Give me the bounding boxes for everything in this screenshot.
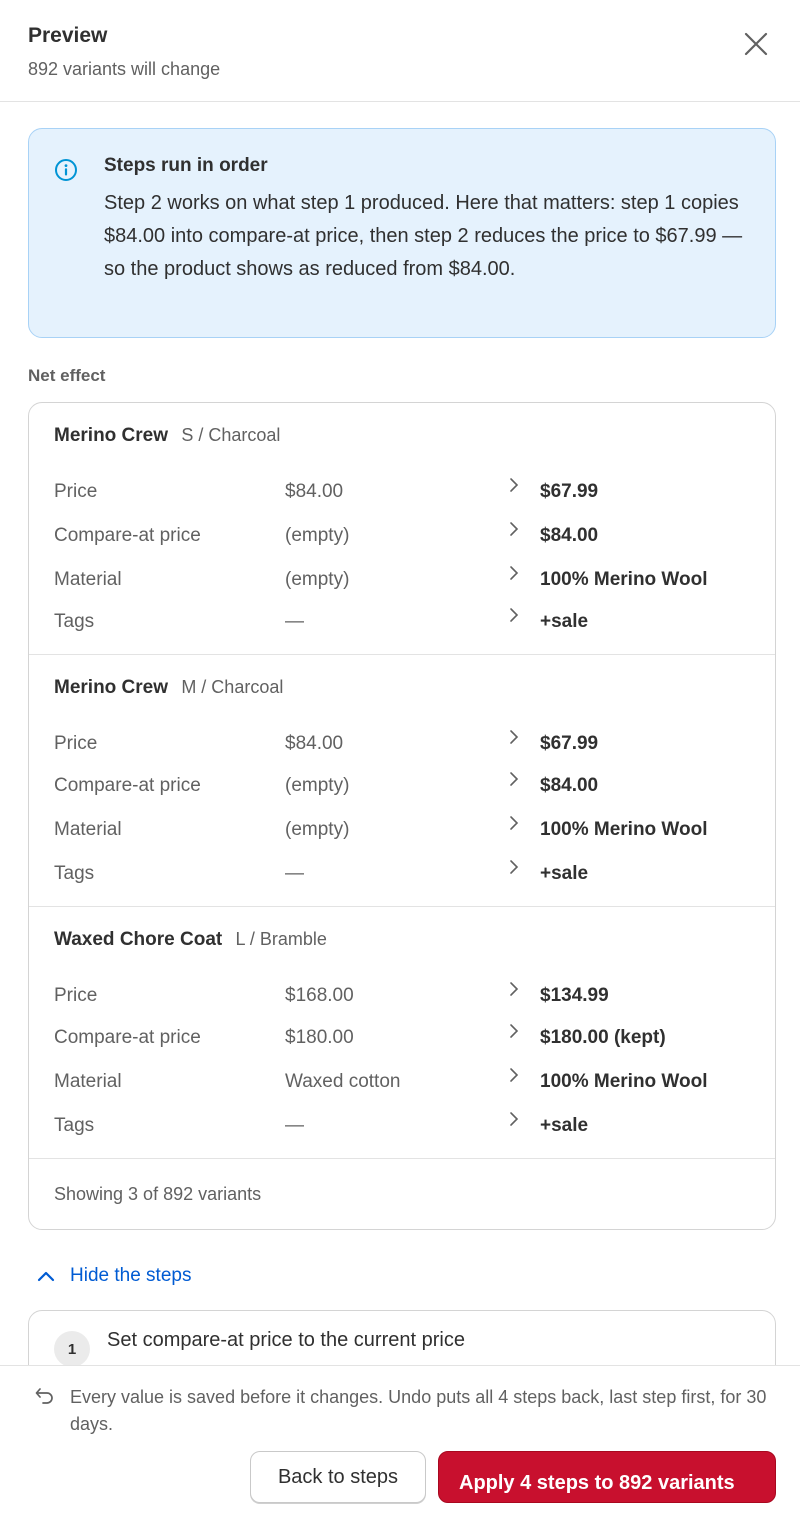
change-row: Price $84.00 $67.99 xyxy=(29,478,775,509)
variant-heading: Merino Crew S / Charcoal xyxy=(54,425,280,447)
chevron-right-icon xyxy=(510,1024,519,1038)
variant-section: Merino Crew M / Charcoal Price $84.00 $6… xyxy=(29,655,775,907)
step-number-badge: 1 xyxy=(54,1331,90,1365)
close-button[interactable] xyxy=(736,24,776,64)
close-icon xyxy=(744,32,768,56)
change-row: Tags — +sale xyxy=(29,608,775,639)
banner-body: Step 2 works on what step 1 produced. He… xyxy=(104,192,743,280)
old-value: (empty) xyxy=(285,775,350,796)
variant-name: Waxed Chore Coat xyxy=(54,929,223,950)
step-card: 1 Set compare-at price to the current pr… xyxy=(28,1310,776,1365)
chevron-right-icon xyxy=(510,772,519,786)
new-value: $134.99 xyxy=(540,985,609,1006)
field-name: Price xyxy=(54,985,98,1006)
chevron-right-icon xyxy=(510,478,519,492)
field-name: Price xyxy=(54,733,98,754)
modal-header: Preview 892 variants will change xyxy=(0,0,800,102)
variant-option: M / Charcoal xyxy=(181,677,284,697)
back-to-steps-button[interactable]: Back to steps xyxy=(250,1451,426,1503)
hide-steps-toggle[interactable]: Hide the steps xyxy=(36,1263,191,1289)
new-value: $67.99 xyxy=(540,481,599,502)
change-row: Price $168.00 $134.99 xyxy=(29,982,775,1013)
chevron-up-icon xyxy=(37,1271,55,1282)
old-value: (empty) xyxy=(285,569,350,590)
hide-steps-label: Hide the steps xyxy=(70,1265,192,1286)
info-banner: Steps run in order Step 2 works on what … xyxy=(28,128,776,338)
chevron-right-icon xyxy=(510,816,519,830)
variant-count: Showing 3 of 892 variants xyxy=(54,1184,262,1204)
field-name: Price xyxy=(54,481,98,502)
field-name: Tags xyxy=(54,863,95,884)
new-value: $84.00 xyxy=(540,525,599,546)
change-row: Tags — +sale xyxy=(29,1112,775,1143)
page-subtitle: 892 variants will change xyxy=(28,59,221,79)
apply-steps-button[interactable]: Apply 4 steps to 892 variants xyxy=(438,1451,776,1503)
change-row: Material (empty) 100% Merino Wool xyxy=(29,566,775,597)
field-name: Compare-at price xyxy=(54,775,201,796)
change-row: Price $84.00 $67.99 xyxy=(29,730,775,761)
chevron-right-icon xyxy=(510,608,519,622)
info-icon xyxy=(55,159,77,181)
old-value: (empty) xyxy=(285,819,350,840)
undo-info-text: Every value is saved before it changes. … xyxy=(70,1387,767,1434)
change-row: Compare-at price (empty) $84.00 xyxy=(29,772,775,803)
variant-heading: Merino Crew M / Charcoal xyxy=(54,677,283,699)
old-value: Waxed cotton xyxy=(285,1071,401,1092)
variant-section: Merino Crew S / Charcoal Price $84.00 $6… xyxy=(29,403,775,655)
new-value: 100% Merino Wool xyxy=(540,569,708,590)
chevron-right-icon xyxy=(510,1068,519,1082)
old-value: — xyxy=(285,863,304,884)
chevron-right-icon xyxy=(510,730,519,744)
old-value: $84.00 xyxy=(285,733,344,754)
field-name: Material xyxy=(54,819,122,840)
undo-icon xyxy=(35,1388,53,1404)
chevron-right-icon xyxy=(510,982,519,996)
page-title: Preview xyxy=(28,24,108,47)
field-name: Tags xyxy=(54,1115,95,1136)
variant-section: Waxed Chore Coat L / Bramble Price $168.… xyxy=(29,907,775,1159)
variant-name: Merino Crew xyxy=(54,425,169,446)
new-value: 100% Merino Wool xyxy=(540,819,708,840)
change-row: Compare-at price $180.00 $180.00 (kept) xyxy=(29,1024,775,1055)
banner-title: Steps run in order xyxy=(104,155,268,176)
old-value: (empty) xyxy=(285,525,350,546)
change-row: Compare-at price (empty) $84.00 xyxy=(29,522,775,553)
chevron-right-icon xyxy=(510,1112,519,1126)
field-name: Material xyxy=(54,569,122,590)
new-value: +sale xyxy=(540,863,589,884)
change-row: Tags — +sale xyxy=(29,860,775,891)
field-name: Material xyxy=(54,1071,122,1092)
new-value: 100% Merino Wool xyxy=(540,1071,708,1092)
net-effect-label: Net effect xyxy=(28,366,106,385)
change-row: Material Waxed cotton 100% Merino Wool xyxy=(29,1068,775,1099)
chevron-right-icon xyxy=(510,860,519,874)
old-value: — xyxy=(285,611,304,632)
preview-content[interactable]: Steps run in order Step 2 works on what … xyxy=(0,103,800,1365)
new-value: $180.00 (kept) xyxy=(540,1027,666,1048)
field-name: Tags xyxy=(54,611,95,632)
field-name: Compare-at price xyxy=(54,1027,201,1048)
old-value: $168.00 xyxy=(285,985,354,1006)
new-value: +sale xyxy=(540,611,589,632)
modal-footer: Every value is saved before it changes. … xyxy=(0,1365,800,1520)
old-value: — xyxy=(285,1115,304,1136)
old-value: $180.00 xyxy=(285,1027,354,1048)
new-value: +sale xyxy=(540,1115,589,1136)
variant-option: S / Charcoal xyxy=(181,425,281,445)
field-name: Compare-at price xyxy=(54,525,201,546)
variant-heading: Waxed Chore Coat L / Bramble xyxy=(54,929,327,951)
chevron-right-icon xyxy=(510,566,519,580)
net-effect-card: Merino Crew S / Charcoal Price $84.00 $6… xyxy=(28,402,776,1230)
old-value: $84.00 xyxy=(285,481,344,502)
new-value: $84.00 xyxy=(540,775,599,796)
variant-name: Merino Crew xyxy=(54,677,169,698)
variant-option: L / Bramble xyxy=(235,929,327,949)
step-description: Set compare-at price to the current pric… xyxy=(107,1329,465,1351)
new-value: $67.99 xyxy=(540,733,599,754)
chevron-right-icon xyxy=(510,522,519,536)
change-row: Material (empty) 100% Merino Wool xyxy=(29,816,775,847)
